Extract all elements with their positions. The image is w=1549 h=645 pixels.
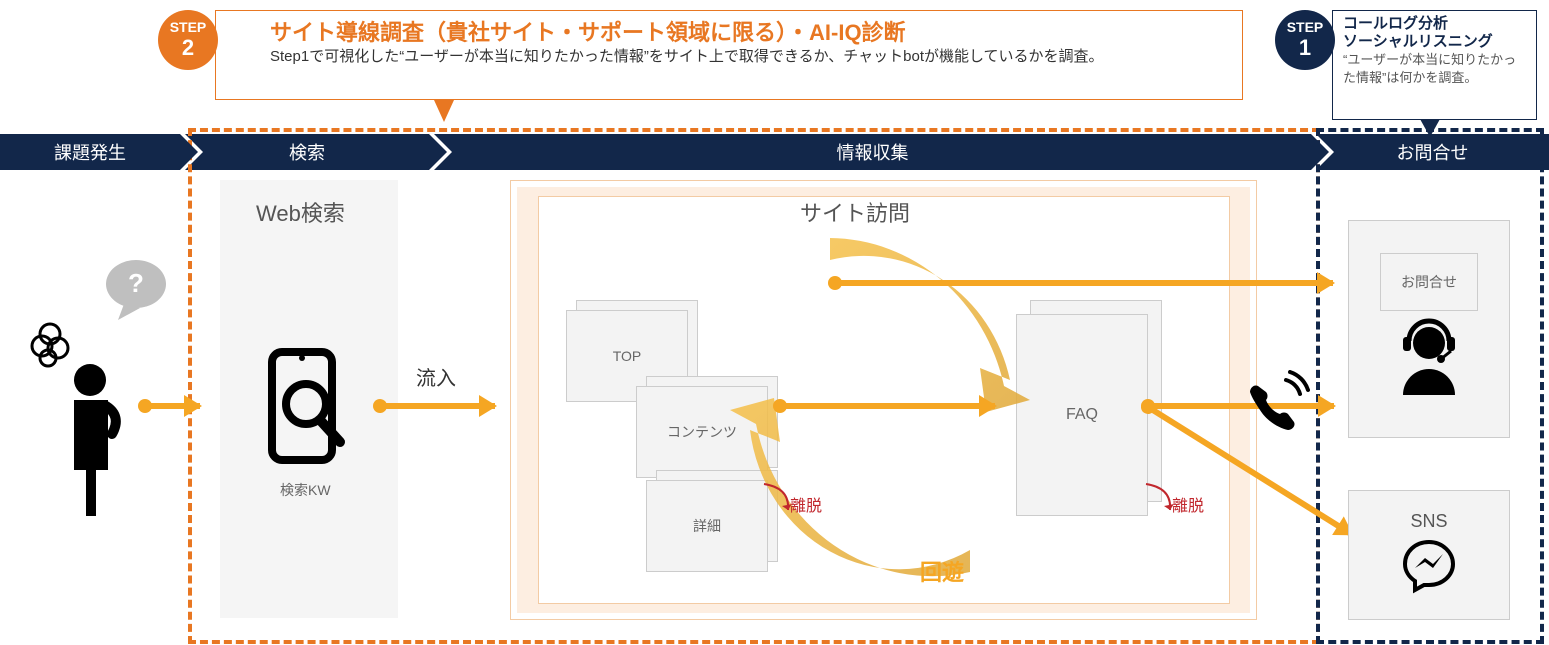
phase-issue: 課題発生 bbox=[0, 134, 180, 170]
messenger-icon bbox=[1401, 538, 1457, 599]
step1-callout: コールログ分析 ソーシャルリスニング “ユーザーが本当に知りたかった情報”は何か… bbox=[1332, 10, 1537, 120]
exit-from-detail: 離脱 bbox=[790, 492, 822, 516]
sns-card: SNS bbox=[1348, 490, 1510, 620]
svg-text:?: ? bbox=[128, 268, 144, 298]
step2-desc: Step1で可視化した“ユーザーが本当に知りたかった情報”をサイト上で取得できる… bbox=[270, 47, 1232, 67]
question-bubble-icon: ? bbox=[100, 256, 172, 333]
contact-card: お問合せ bbox=[1348, 220, 1510, 438]
step2-badge-top: STEP bbox=[158, 20, 218, 35]
step1-title-line1: コールログ分析 bbox=[1343, 15, 1526, 33]
page-faq-label: FAQ bbox=[1066, 406, 1098, 424]
site-visit-heading: サイト訪問 bbox=[800, 196, 910, 228]
step2-callout: サイト導線調査（貴社サイト・サポート領域に限る）・AI-IQ診断 Step1で可… bbox=[215, 10, 1243, 100]
inflow-label: 流入 bbox=[416, 362, 456, 391]
exit-from-faq: 離脱 bbox=[1172, 492, 1204, 516]
roam-label: 回遊 bbox=[920, 555, 964, 587]
arrow-top-to-contact bbox=[835, 280, 1333, 286]
step1-badge: STEP 1 bbox=[1275, 10, 1335, 70]
smartphone-search-icon bbox=[256, 348, 356, 473]
confused-person-icon bbox=[28, 310, 148, 545]
arrow-inflow bbox=[380, 403, 495, 409]
step1-desc: “ユーザーが本当に知りたかった情報”は何かを調査。 bbox=[1343, 51, 1526, 86]
page-top-label: TOP bbox=[613, 348, 642, 364]
contact-doc-icon: お問合せ bbox=[1380, 253, 1478, 311]
step1-title-line2: ソーシャルリスニング bbox=[1343, 33, 1526, 51]
step2-badge: STEP 2 bbox=[158, 10, 218, 70]
arrow-person-to-search bbox=[145, 403, 200, 409]
phone-ringing-icon bbox=[1246, 370, 1310, 439]
phase-issue-label: 課題発生 bbox=[54, 139, 126, 165]
step2-pointer bbox=[434, 100, 454, 122]
step2-title: サイト導線調査（貴社サイト・サポート領域に限る）・AI-IQ診断 bbox=[270, 15, 1232, 47]
operator-icon bbox=[1393, 317, 1465, 406]
contact-doc-label: お問合せ bbox=[1401, 272, 1457, 292]
step1-badge-top: STEP bbox=[1275, 20, 1335, 35]
web-search-heading: Web検索 bbox=[256, 196, 345, 228]
arrow-contents-to-faq bbox=[780, 403, 995, 409]
search-kw-caption: 検索KW bbox=[280, 480, 331, 500]
step2-badge-num: 2 bbox=[158, 36, 218, 60]
step1-badge-num: 1 bbox=[1275, 36, 1335, 60]
sns-label: SNS bbox=[1410, 511, 1447, 532]
